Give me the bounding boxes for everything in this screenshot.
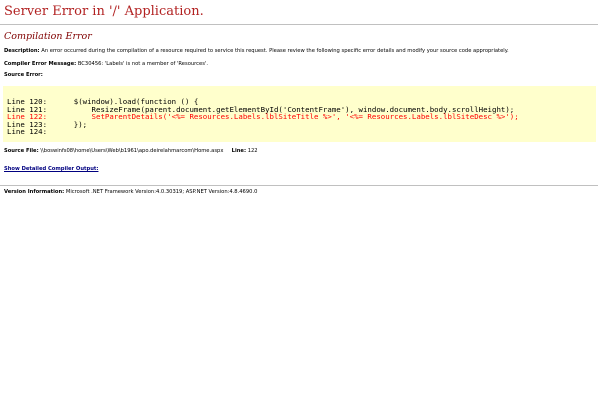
source-file-line: Source File: \\boswinfs08\home\Users\Web… bbox=[4, 148, 258, 155]
description-text: An error occurred during the compilation… bbox=[41, 48, 509, 54]
version-text: Microsoft .NET Framework Version:4.0.303… bbox=[65, 189, 258, 195]
compiler-output-row: Show Detailed Compiler Output: bbox=[4, 166, 98, 173]
title-divider bbox=[0, 24, 598, 25]
version-divider bbox=[0, 185, 598, 186]
compiler-error-text: BC30456: 'Labels' is not a member of 'Re… bbox=[77, 61, 209, 67]
source-error-line: Source Error: bbox=[4, 72, 43, 79]
source-line-code: SetParentDetails('<%= Resources.Labels.l… bbox=[55, 112, 519, 122]
page-title: Server Error in '/' Application. bbox=[4, 4, 204, 19]
source-file-path: \\boswinfs08\home\Users\Web\b1961\apo.de… bbox=[40, 148, 224, 154]
version-label: Version Information: bbox=[4, 189, 65, 195]
source-code-line: Line 123: }); bbox=[7, 119, 519, 129]
description-label: Description: bbox=[4, 48, 40, 54]
source-code-line: Line 124: bbox=[7, 128, 519, 136]
version-line: Version Information: Microsoft .NET Fram… bbox=[4, 189, 257, 196]
compiler-error-line: Compiler Error Message: BC30456: 'Labels… bbox=[4, 61, 208, 68]
source-line-value: 122 bbox=[247, 148, 258, 154]
source-error-label: Source Error: bbox=[4, 72, 43, 78]
source-line-code: }); bbox=[55, 119, 88, 129]
source-line-number: Line 124: bbox=[7, 127, 48, 137]
source-code-box: Line 120: $(window).load(function () {Li… bbox=[3, 86, 596, 142]
show-compiler-output-link[interactable]: Show Detailed Compiler Output: bbox=[4, 166, 98, 172]
page-subtitle: Compilation Error bbox=[4, 31, 92, 42]
description-line: Description: An error occurred during th… bbox=[4, 48, 509, 55]
error-page: Server Error in '/' Application. Compila… bbox=[0, 0, 600, 400]
source-file-label: Source File: bbox=[4, 148, 39, 154]
source-code: Line 120: $(window).load(function () {Li… bbox=[7, 98, 519, 136]
source-line-label: Line: bbox=[231, 148, 247, 154]
compiler-error-label: Compiler Error Message: bbox=[4, 61, 77, 67]
